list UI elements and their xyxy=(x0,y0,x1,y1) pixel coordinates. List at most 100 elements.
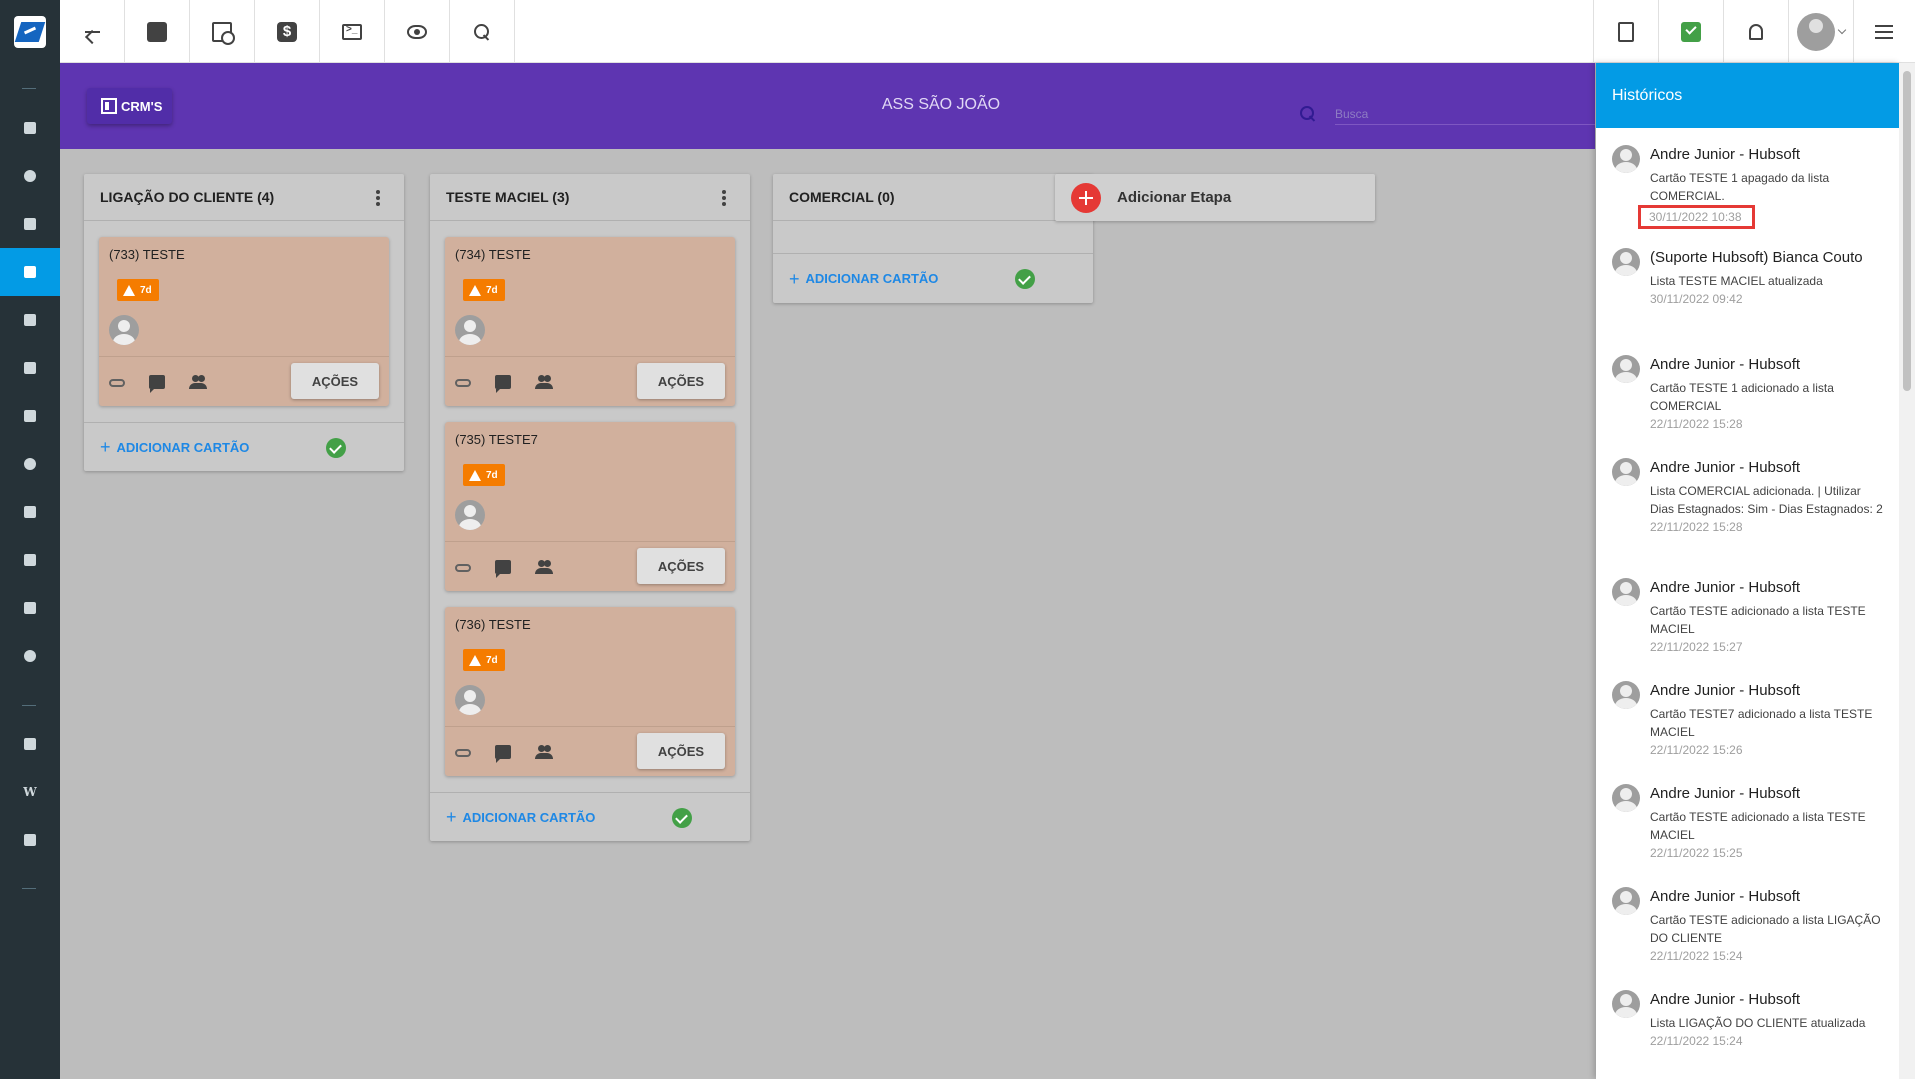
history-timestamp: 22/11/2022 15:28 xyxy=(1650,417,1743,431)
add-circle-icon xyxy=(1071,182,1101,213)
column-ligacao-do-cliente: LIGAÇÃO DO CLIENTE (4) (733) TESTE 7d AÇ… xyxy=(84,174,404,471)
contact-card-icon xyxy=(147,21,167,42)
add-card-button[interactable]: + ADICIONAR CARTÃO xyxy=(789,270,938,288)
sidebar-item-wiki[interactable]: W xyxy=(0,768,60,816)
more-vert-icon[interactable] xyxy=(714,187,734,207)
app-logo[interactable] xyxy=(0,0,60,63)
sidebar-item-money[interactable] xyxy=(0,392,60,440)
sidebar-item-contact[interactable] xyxy=(0,200,60,248)
avatar xyxy=(1612,681,1640,709)
add-card-button[interactable]: + ADICIONAR CARTÃO xyxy=(446,808,595,826)
terminal-button[interactable] xyxy=(320,0,385,63)
column-footer: + ADICIONAR CARTÃO xyxy=(773,254,1093,303)
kanban-card[interactable]: (733) TESTE 7d AÇÕES xyxy=(99,237,389,406)
pdf-button[interactable] xyxy=(1593,0,1658,63)
actions-button[interactable]: AÇÕES xyxy=(637,548,725,584)
sidebar-item-document[interactable] xyxy=(0,488,60,536)
sidebar-item-server[interactable] xyxy=(0,536,60,584)
view-button[interactable] xyxy=(385,0,450,63)
column-cards xyxy=(773,221,1093,254)
badge-label: 7d xyxy=(140,284,152,296)
sidebar-item-kanban[interactable] xyxy=(0,248,60,296)
badge-label: 7d xyxy=(486,654,498,666)
card-title: (735) TESTE7 xyxy=(455,432,538,447)
actions-button[interactable]: AÇÕES xyxy=(637,363,725,399)
dashboard-icon xyxy=(24,122,36,134)
kanban-card[interactable]: (734) TESTE 7d AÇÕES xyxy=(445,237,735,406)
warning-icon xyxy=(469,284,481,296)
contacts-button[interactable] xyxy=(125,0,190,63)
finance-button[interactable]: $ xyxy=(255,0,320,63)
comment-icon[interactable] xyxy=(149,374,165,393)
menu-button[interactable] xyxy=(1853,0,1915,63)
comment-icon[interactable] xyxy=(495,559,511,578)
comment-icon[interactable] xyxy=(495,374,511,393)
scrollbar-thumb[interactable] xyxy=(1903,71,1911,391)
schedule-button[interactable] xyxy=(190,0,255,63)
kanban-card[interactable]: (736) TESTE 7d AÇÕES xyxy=(445,607,735,776)
comment-icon[interactable] xyxy=(495,744,511,763)
sidebar-item-palette[interactable] xyxy=(0,152,60,200)
top-toolbar: $ xyxy=(60,0,1915,63)
kanban-card[interactable]: (735) TESTE7 7d AÇÕES xyxy=(445,422,735,591)
board-search-input[interactable] xyxy=(1335,103,1595,125)
money-icon xyxy=(24,410,36,422)
notifications-button[interactable] xyxy=(1723,0,1788,63)
column-comercial: COMERCIAL (0) + ADICIONAR CARTÃO xyxy=(773,174,1093,303)
history-author: Andre Junior - Hubsoft xyxy=(1650,459,1801,476)
people-icon[interactable] xyxy=(535,559,553,574)
card-content: (735) TESTE7 7d xyxy=(445,422,735,542)
warning-icon xyxy=(469,654,481,666)
history-description: Lista TESTE MACIEL atualizada xyxy=(1650,274,1823,288)
card-footer: AÇÕES xyxy=(445,542,735,591)
bell-icon xyxy=(1749,23,1763,40)
more-vert-icon[interactable] xyxy=(368,187,388,207)
history-timestamp: 22/11/2022 15:27 xyxy=(1650,640,1743,654)
history-description: Cartão TESTE 1 apagado da lista COMERCIA… xyxy=(1650,171,1830,203)
calendar-clock-icon xyxy=(212,21,235,45)
people-icon[interactable] xyxy=(535,744,553,759)
search-button[interactable] xyxy=(450,0,515,63)
sidebar-item-chat[interactable] xyxy=(0,816,60,864)
sidebar-item-calendar[interactable] xyxy=(0,296,60,344)
history-author: Andre Junior - Hubsoft xyxy=(1650,682,1801,699)
history-title: Históricos xyxy=(1596,63,1899,128)
back-button[interactable] xyxy=(60,0,125,63)
avatar xyxy=(455,500,485,530)
history-timestamp: 30/11/2022 09:42 xyxy=(1650,292,1743,306)
sidebar-item-video[interactable] xyxy=(0,720,60,768)
sidebar-item-settings[interactable] xyxy=(0,632,60,680)
attachment-icon[interactable] xyxy=(109,378,125,387)
attachment-icon[interactable] xyxy=(455,748,471,757)
warning-icon xyxy=(123,284,135,296)
sidebar-item-dashboard[interactable] xyxy=(0,104,60,152)
attachment-icon[interactable] xyxy=(455,563,471,572)
actions-button[interactable]: AÇÕES xyxy=(637,733,725,769)
chat-check-icon xyxy=(1681,21,1701,42)
history-panel: Históricos Andre Junior - Hubsoft Cartão… xyxy=(1596,63,1899,1079)
board-header: CRM'S ASS SÃO JOÃO xyxy=(60,63,1595,149)
people-icon[interactable] xyxy=(189,374,207,389)
history-item: (Suporte Hubsoft) Bianca Couto Lista TES… xyxy=(1596,246,1899,308)
sidebar-item-location[interactable] xyxy=(0,440,60,488)
card-title: (736) TESTE xyxy=(455,617,531,632)
actions-button[interactable]: AÇÕES xyxy=(291,363,379,399)
add-card-button[interactable]: + ADICIONAR CARTÃO xyxy=(100,438,249,456)
sidebar-item-file[interactable] xyxy=(0,584,60,632)
sidebar-divider xyxy=(22,88,36,89)
avatar xyxy=(1612,578,1640,606)
video-icon xyxy=(24,738,36,750)
column-title: LIGAÇÃO DO CLIENTE (4) xyxy=(100,189,275,205)
sidebar-item-box[interactable] xyxy=(0,344,60,392)
palette-icon xyxy=(24,170,36,182)
people-icon[interactable] xyxy=(535,374,553,389)
add-stage-button[interactable]: Adicionar Etapa xyxy=(1055,174,1375,221)
column-header: LIGAÇÃO DO CLIENTE (4) xyxy=(84,174,404,221)
history-item: Andre Junior - Hubsoft Cartão TESTE adic… xyxy=(1596,576,1899,656)
attachment-icon[interactable] xyxy=(455,378,471,387)
history-scrollbar[interactable] xyxy=(1899,63,1915,1079)
history-description: Cartão TESTE 1 adicionado a lista COMERC… xyxy=(1650,381,1834,413)
check-circle-icon xyxy=(326,438,346,458)
user-menu[interactable] xyxy=(1788,0,1853,63)
tasks-button[interactable] xyxy=(1658,0,1723,63)
